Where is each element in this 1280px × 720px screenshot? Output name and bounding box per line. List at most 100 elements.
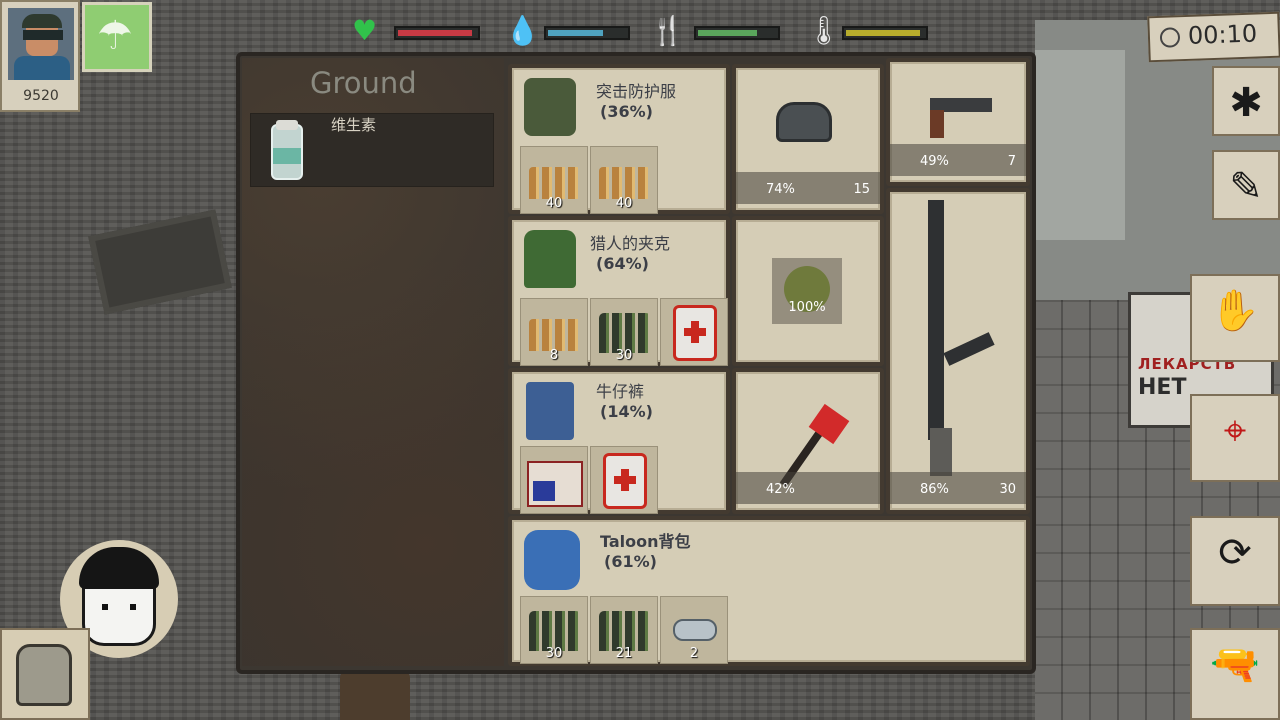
tree-trunk [340, 670, 410, 720]
backpack-slot-3[interactable]: 2 [660, 596, 728, 664]
melee-slot[interactable]: 42% [732, 368, 884, 514]
headgear-info: 74% 15 [736, 172, 880, 204]
pistol-ammo: 7 [1007, 154, 1016, 169]
character-hair [79, 547, 159, 589]
airdrop-button[interactable]: ☂ [82, 2, 152, 72]
game-timer: 00:10 [1147, 11, 1280, 63]
headgear-durability: 74% [766, 182, 795, 197]
vest-pocket-1[interactable]: 40 [520, 146, 588, 214]
health-fill [398, 30, 473, 36]
thermometer-icon: 🌡 [806, 14, 842, 47]
backpack-slot[interactable]: Taloon背包 (61%) 30 21 2 [508, 516, 1030, 666]
assault-rifle-icon [928, 200, 944, 440]
crosshair-icon: ⌖ [1223, 408, 1247, 454]
jacket-pocket-2[interactable]: 30 [590, 298, 658, 366]
backpack-slot-2[interactable]: 21 [590, 596, 658, 664]
pants-pocket-2[interactable] [590, 446, 658, 514]
rifle-ammo-icon [599, 611, 651, 651]
canister-icon [673, 619, 717, 641]
ground-item[interactable]: 维生素 [250, 113, 494, 187]
jacket-pocket-2-count: 30 [615, 348, 633, 363]
pistol-durability: 49% [920, 154, 949, 169]
vest-pocket-2[interactable]: 40 [590, 146, 658, 214]
rifle-ammo-icon [599, 313, 651, 353]
ground-item-name: 维生素 [331, 116, 377, 134]
water-fill [548, 30, 603, 36]
backpack-name: Taloon背包 [600, 532, 691, 551]
night-vision-icon [776, 102, 832, 142]
ammo-box-icon [527, 461, 583, 507]
vest-condition: (36%) [600, 102, 653, 121]
jacket-pocket-3[interactable] [660, 298, 728, 366]
magazine-reload-icon: ⟳ [1218, 530, 1252, 576]
primary-weapon-slot[interactable]: 86% 30 [886, 188, 1030, 514]
vitamin-bottle-icon [271, 120, 303, 180]
backpack-button[interactable] [0, 628, 90, 720]
axe-durability: 42% [766, 482, 795, 497]
pants-slot[interactable]: 牛仔裤 (14%) [508, 368, 730, 514]
jacket-pocket-1-count: 8 [549, 348, 559, 363]
rifle-stock [930, 428, 952, 476]
player-portrait[interactable]: 9520 [0, 0, 80, 112]
clock-icon [1159, 27, 1181, 48]
food-fill [698, 30, 757, 36]
gear-icon: ✱ [1229, 80, 1263, 126]
backpack-slot-3-count: 2 [689, 646, 699, 661]
rifle-magazine [943, 332, 995, 366]
rifle-info: 86% 30 [890, 472, 1026, 504]
vest-pocket-1-count: 40 [545, 196, 563, 211]
parachute-icon: ☂ [97, 13, 133, 59]
water-drop-icon: 💧 [505, 14, 540, 47]
avatar [8, 8, 74, 80]
aim-button[interactable]: ⌖ [1190, 394, 1280, 482]
hunter-jacket-icon [524, 230, 576, 288]
vest-pocket-2-count: 40 [615, 196, 633, 211]
ammo-icon [599, 167, 651, 199]
backpack-slot-1-count: 30 [545, 646, 563, 661]
pistol-grip [930, 110, 944, 138]
medkit-icon [603, 453, 647, 509]
pants-condition: (14%) [600, 402, 653, 421]
vest-slot[interactable]: 突击防护服 (36%) 40 40 [508, 64, 730, 214]
rifle-ammo: 30 [999, 482, 1016, 497]
jacket-name: 猎人的夹克 [590, 234, 671, 253]
jacket-slot[interactable]: 猎人的夹克 (64%) 8 30 [508, 216, 730, 366]
revolver-icon: 🔫 [1210, 642, 1260, 688]
backpack-slot-2-count: 21 [615, 646, 633, 661]
interact-hand-button[interactable]: ✋ [1190, 274, 1280, 362]
character-eyes [102, 604, 136, 610]
heart-icon: ♥ [352, 14, 378, 47]
canteen-durability: 100% [788, 300, 826, 315]
vest-name: 突击防护服 [596, 82, 677, 101]
pistol-info: 49% 7 [890, 144, 1026, 176]
sign-line-2: НЕТ [1138, 375, 1187, 400]
temperature-fill [846, 30, 921, 36]
settings-button[interactable]: ✱ [1212, 66, 1280, 136]
rifle-durability: 86% [920, 482, 949, 497]
headgear-slot[interactable]: 74% 15 [732, 64, 884, 214]
temperature-bar [842, 26, 928, 40]
money-counter: 9520 [23, 88, 59, 104]
backpack-slot-1[interactable]: 30 [520, 596, 588, 664]
jeans-icon [526, 382, 574, 440]
quest-notes-button[interactable]: ✎ [1212, 150, 1280, 220]
axe-info: 42% [736, 472, 880, 504]
sidearm-slot[interactable]: 49% 7 [886, 58, 1030, 186]
food-bar [694, 26, 780, 40]
water-bar [544, 26, 630, 40]
taloon-backpack-icon [524, 530, 580, 590]
medkit-icon [673, 305, 717, 361]
fork-knife-icon: 🍴 [650, 14, 685, 47]
backpack-icon [16, 644, 72, 706]
pants-pocket-1[interactable] [520, 446, 588, 514]
pants-name: 牛仔裤 [596, 382, 645, 401]
jacket-pocket-1[interactable]: 8 [520, 298, 588, 366]
weapon-switch-button[interactable]: 🔫 [1190, 628, 1280, 720]
reload-button[interactable]: ⟳ [1190, 516, 1280, 606]
rifle-ammo-icon [529, 611, 581, 651]
ammo-icon [529, 319, 581, 351]
timer-value: 00:10 [1187, 19, 1258, 50]
canteen-slot[interactable]: 100% [732, 216, 884, 366]
tactical-vest-icon [524, 78, 576, 136]
ground-title: Ground [310, 66, 417, 100]
